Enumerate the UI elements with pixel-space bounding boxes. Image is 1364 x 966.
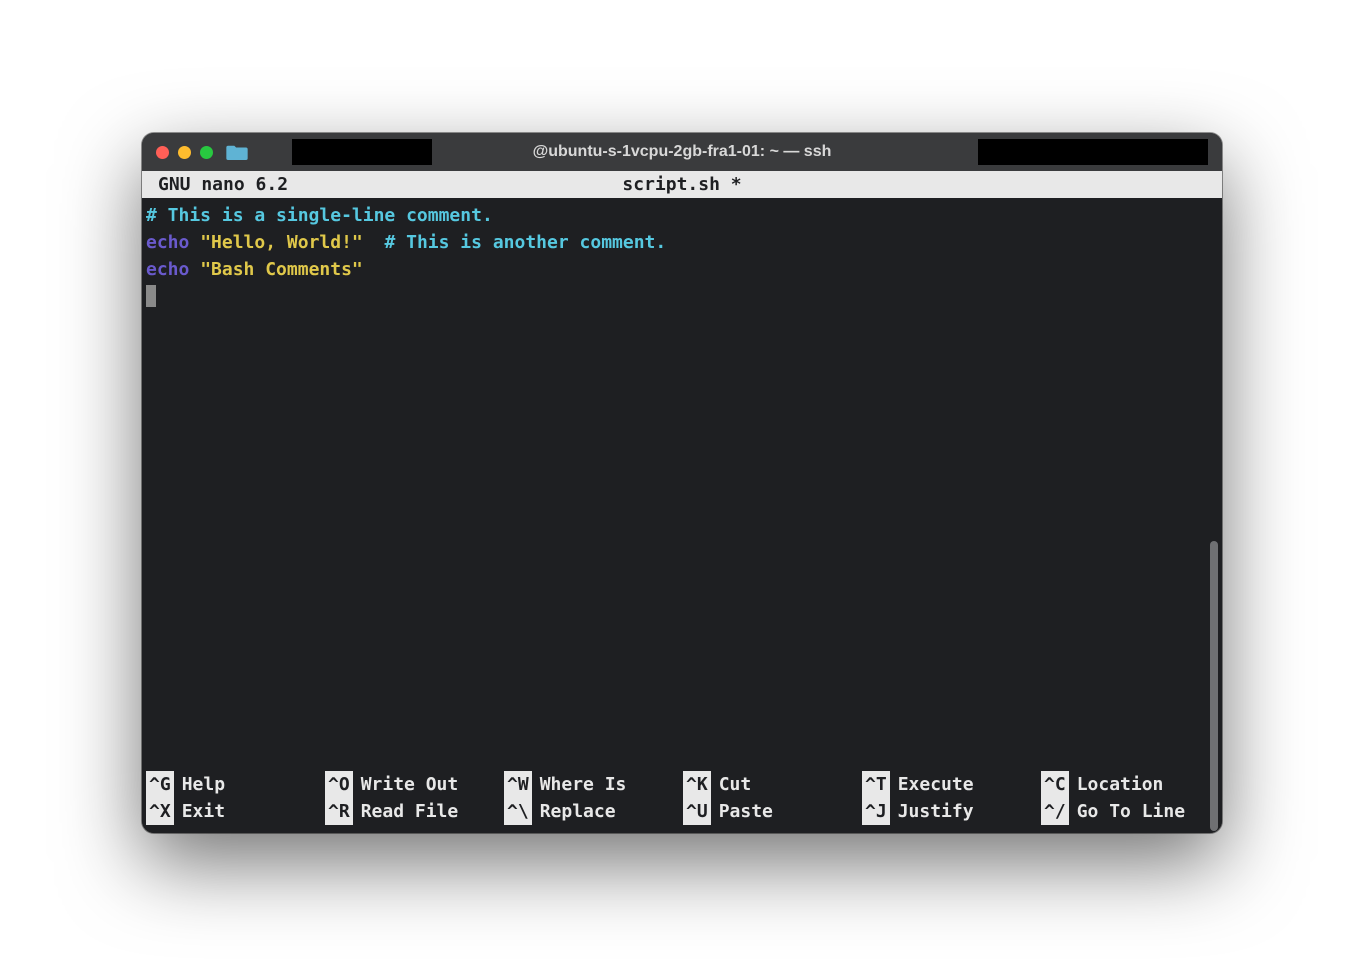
window-minimize-button[interactable] (178, 146, 191, 159)
editor-token: echo (146, 232, 189, 253)
nano-shortcut[interactable]: ^X Exit (146, 798, 323, 825)
shortcut-label: Paste (719, 798, 773, 825)
editor-token (189, 232, 200, 253)
editor-line[interactable]: # This is a single-line comment. (146, 202, 1218, 229)
shortcut-label: Cut (719, 771, 752, 798)
nano-filename: script.sh * (142, 171, 1222, 198)
nano-shortcut[interactable]: ^R Read File (325, 798, 502, 825)
shortcut-key: ^T (862, 771, 890, 798)
nano-app-label: GNU nano 6.2 (158, 171, 288, 198)
editor-token (363, 232, 385, 253)
window-titlebar[interactable]: @ubuntu-s-1vcpu-2gb-fra1-01: ~ — ssh (142, 133, 1222, 171)
shortcut-label: Where Is (540, 771, 627, 798)
shortcut-key: ^/ (1041, 798, 1069, 825)
nano-shortcut[interactable]: ^/ Go To Line (1041, 798, 1218, 825)
text-cursor (146, 285, 156, 307)
nano-shortcut[interactable]: ^T Execute (862, 771, 1039, 798)
redacted-region (978, 139, 1208, 165)
shortcut-label: Exit (182, 798, 225, 825)
shortcut-label: Go To Line (1077, 798, 1185, 825)
nano-shortcut[interactable]: ^W Where Is (504, 771, 681, 798)
scrollbar-thumb[interactable] (1210, 541, 1218, 831)
editor-line[interactable]: echo "Bash Comments" (146, 256, 1218, 283)
shortcut-key: ^K (683, 771, 711, 798)
shortcut-label: Read File (361, 798, 459, 825)
nano-shortcut[interactable]: ^O Write Out (325, 771, 502, 798)
nano-header-bar: GNU nano 6.2 script.sh * (142, 171, 1222, 198)
nano-shortcut[interactable]: ^U Paste (683, 798, 860, 825)
nano-shortcut[interactable]: ^C Location (1041, 771, 1218, 798)
shortcut-label: Location (1077, 771, 1164, 798)
shortcut-label: Help (182, 771, 225, 798)
editor-token: # This is a single-line comment. (146, 205, 493, 226)
nano-editor-area[interactable]: # This is a single-line comment. echo "He… (142, 198, 1222, 771)
shortcut-label: Write Out (361, 771, 459, 798)
editor-line[interactable]: echo "Hello, World!" # This is another c… (146, 229, 1218, 256)
terminal-body[interactable]: GNU nano 6.2 script.sh * # This is a sin… (142, 171, 1222, 833)
window-close-button[interactable] (156, 146, 169, 159)
editor-token: "Bash Comments" (200, 259, 363, 280)
editor-token (189, 259, 200, 280)
shortcut-label: Execute (898, 771, 974, 798)
shortcut-key: ^C (1041, 771, 1069, 798)
editor-line[interactable] (146, 283, 1218, 310)
editor-token: # This is another comment. (384, 232, 666, 253)
shortcut-key: ^O (325, 771, 353, 798)
nano-shortcut-bar: ^G Help ^O Write Out ^W Where Is ^K Cut ^T Execut… (142, 771, 1222, 833)
shortcut-key: ^R (325, 798, 353, 825)
shortcut-key: ^G (146, 771, 174, 798)
nano-shortcut[interactable]: ^K Cut (683, 771, 860, 798)
editor-token: echo (146, 259, 189, 280)
redacted-region (292, 139, 432, 165)
shortcut-key: ^J (862, 798, 890, 825)
terminal-window: @ubuntu-s-1vcpu-2gb-fra1-01: ~ — ssh GNU… (142, 133, 1222, 833)
shortcut-key: ^W (504, 771, 532, 798)
nano-shortcut[interactable]: ^G Help (146, 771, 323, 798)
shortcut-label: Replace (540, 798, 616, 825)
shortcut-label: Justify (898, 798, 974, 825)
folder-icon (226, 144, 248, 160)
window-maximize-button[interactable] (200, 146, 213, 159)
shortcut-key: ^\ (504, 798, 532, 825)
shortcut-key: ^U (683, 798, 711, 825)
nano-shortcut[interactable]: ^J Justify (862, 798, 1039, 825)
editor-token: "Hello, World!" (200, 232, 363, 253)
shortcut-key: ^X (146, 798, 174, 825)
nano-shortcut[interactable]: ^\ Replace (504, 798, 681, 825)
